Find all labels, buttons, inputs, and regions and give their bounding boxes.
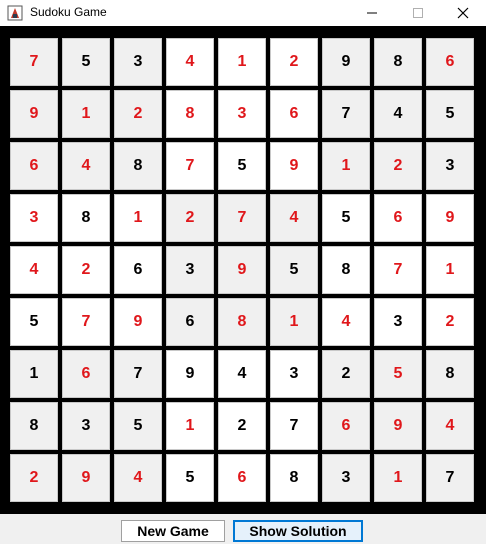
sudoku-cell-r6c6[interactable]: 1 <box>270 298 318 346</box>
sudoku-cell-r8c2[interactable]: 3 <box>62 402 110 450</box>
sudoku-cell-r3c6[interactable]: 9 <box>270 142 318 190</box>
sudoku-cell-r2c3[interactable]: 2 <box>114 90 162 138</box>
sudoku-cell-r4c7[interactable]: 5 <box>322 194 370 242</box>
sudoku-cell-r6c5[interactable]: 8 <box>218 298 266 346</box>
sudoku-cell-r1c3[interactable]: 3 <box>114 38 162 86</box>
sudoku-cell-r8c8[interactable]: 9 <box>374 402 422 450</box>
minimize-button[interactable] <box>349 0 395 26</box>
window-title: Sudoku Game <box>30 5 107 19</box>
sudoku-cell-r7c6[interactable]: 3 <box>270 350 318 398</box>
sudoku-cell-r2c6[interactable]: 6 <box>270 90 318 138</box>
sudoku-cell-r9c4[interactable]: 5 <box>166 454 214 502</box>
sudoku-cell-r3c5[interactable]: 5 <box>218 142 266 190</box>
button-bar: New Game Show Solution <box>0 514 486 544</box>
sudoku-cell-r4c5[interactable]: 7 <box>218 194 266 242</box>
sudoku-cell-r7c3[interactable]: 7 <box>114 350 162 398</box>
sudoku-cell-r2c8[interactable]: 4 <box>374 90 422 138</box>
sudoku-cell-r8c9[interactable]: 4 <box>426 402 474 450</box>
sudoku-cell-r8c3[interactable]: 5 <box>114 402 162 450</box>
sudoku-cell-r8c4[interactable]: 1 <box>166 402 214 450</box>
minimize-icon <box>367 12 377 14</box>
sudoku-cell-r7c7[interactable]: 2 <box>322 350 370 398</box>
maximize-icon <box>413 8 423 18</box>
sudoku-cell-r1c5[interactable]: 1 <box>218 38 266 86</box>
sudoku-cell-r6c9[interactable]: 2 <box>426 298 474 346</box>
new-game-button[interactable]: New Game <box>121 520 225 542</box>
sudoku-cell-r8c7[interactable]: 6 <box>322 402 370 450</box>
sudoku-cell-r3c8[interactable]: 2 <box>374 142 422 190</box>
sudoku-cell-r5c9[interactable]: 1 <box>426 246 474 294</box>
sudoku-cell-r4c3[interactable]: 1 <box>114 194 162 242</box>
sudoku-cell-r9c3[interactable]: 4 <box>114 454 162 502</box>
sudoku-cell-r7c9[interactable]: 8 <box>426 350 474 398</box>
sudoku-cell-r9c8[interactable]: 1 <box>374 454 422 502</box>
sudoku-cell-r6c3[interactable]: 9 <box>114 298 162 346</box>
sudoku-cell-r9c1[interactable]: 2 <box>10 454 58 502</box>
sudoku-cell-r9c2[interactable]: 9 <box>62 454 110 502</box>
sudoku-cell-r7c2[interactable]: 6 <box>62 350 110 398</box>
sudoku-cell-r1c6[interactable]: 2 <box>270 38 318 86</box>
sudoku-cell-r9c9[interactable]: 7 <box>426 454 474 502</box>
sudoku-cell-r2c4[interactable]: 8 <box>166 90 214 138</box>
sudoku-cell-r5c1[interactable]: 4 <box>10 246 58 294</box>
show-solution-button[interactable]: Show Solution <box>233 520 363 542</box>
sudoku-cell-r4c9[interactable]: 9 <box>426 194 474 242</box>
sudoku-cell-r1c4[interactable]: 4 <box>166 38 214 86</box>
sudoku-cell-r7c1[interactable]: 1 <box>10 350 58 398</box>
sudoku-cell-r9c7[interactable]: 3 <box>322 454 370 502</box>
sudoku-cell-r4c4[interactable]: 2 <box>166 194 214 242</box>
sudoku-cell-r7c5[interactable]: 4 <box>218 350 266 398</box>
sudoku-cell-r3c7[interactable]: 1 <box>322 142 370 190</box>
sudoku-cell-r5c3[interactable]: 6 <box>114 246 162 294</box>
sudoku-cell-r1c7[interactable]: 9 <box>322 38 370 86</box>
sudoku-cell-r5c5[interactable]: 9 <box>218 246 266 294</box>
sudoku-cell-r5c4[interactable]: 3 <box>166 246 214 294</box>
sudoku-cell-r2c1[interactable]: 9 <box>10 90 58 138</box>
sudoku-cell-r2c5[interactable]: 3 <box>218 90 266 138</box>
sudoku-app-icon <box>7 5 23 21</box>
sudoku-cell-r5c6[interactable]: 5 <box>270 246 318 294</box>
sudoku-cell-r7c8[interactable]: 5 <box>374 350 422 398</box>
sudoku-cell-r3c2[interactable]: 4 <box>62 142 110 190</box>
title-bar: Sudoku Game <box>0 0 486 26</box>
sudoku-cell-r6c2[interactable]: 7 <box>62 298 110 346</box>
sudoku-cell-r3c9[interactable]: 3 <box>426 142 474 190</box>
sudoku-cell-r8c6[interactable]: 7 <box>270 402 318 450</box>
sudoku-cell-r5c8[interactable]: 7 <box>374 246 422 294</box>
sudoku-cell-r4c2[interactable]: 8 <box>62 194 110 242</box>
sudoku-cell-r7c4[interactable]: 9 <box>166 350 214 398</box>
close-button[interactable] <box>440 0 486 26</box>
sudoku-cell-r2c9[interactable]: 5 <box>426 90 474 138</box>
sudoku-cell-r6c8[interactable]: 3 <box>374 298 422 346</box>
sudoku-cell-r2c7[interactable]: 7 <box>322 90 370 138</box>
sudoku-cell-r4c1[interactable]: 3 <box>10 194 58 242</box>
sudoku-cell-r2c2[interactable]: 1 <box>62 90 110 138</box>
sudoku-cell-r3c1[interactable]: 6 <box>10 142 58 190</box>
sudoku-cell-r3c3[interactable]: 8 <box>114 142 162 190</box>
sudoku-cell-r5c2[interactable]: 2 <box>62 246 110 294</box>
sudoku-cell-r1c9[interactable]: 6 <box>426 38 474 86</box>
sudoku-cell-r1c1[interactable]: 7 <box>10 38 58 86</box>
sudoku-cell-r6c7[interactable]: 4 <box>322 298 370 346</box>
sudoku-cell-r1c8[interactable]: 8 <box>374 38 422 86</box>
sudoku-cell-r1c2[interactable]: 5 <box>62 38 110 86</box>
sudoku-cell-r6c1[interactable]: 5 <box>10 298 58 346</box>
sudoku-cell-r8c1[interactable]: 8 <box>10 402 58 450</box>
sudoku-cell-r5c7[interactable]: 8 <box>322 246 370 294</box>
sudoku-cell-r9c5[interactable]: 6 <box>218 454 266 502</box>
sudoku-cell-r3c4[interactable]: 7 <box>166 142 214 190</box>
sudoku-cell-r9c6[interactable]: 8 <box>270 454 318 502</box>
sudoku-cell-r4c8[interactable]: 6 <box>374 194 422 242</box>
sudoku-cell-r8c5[interactable]: 2 <box>218 402 266 450</box>
sudoku-cell-r6c4[interactable]: 6 <box>166 298 214 346</box>
maximize-button[interactable] <box>395 0 441 26</box>
sudoku-board: 7534129869128367456487591233812745694263… <box>0 26 486 514</box>
sudoku-cell-r4c6[interactable]: 4 <box>270 194 318 242</box>
close-icon <box>457 7 469 19</box>
